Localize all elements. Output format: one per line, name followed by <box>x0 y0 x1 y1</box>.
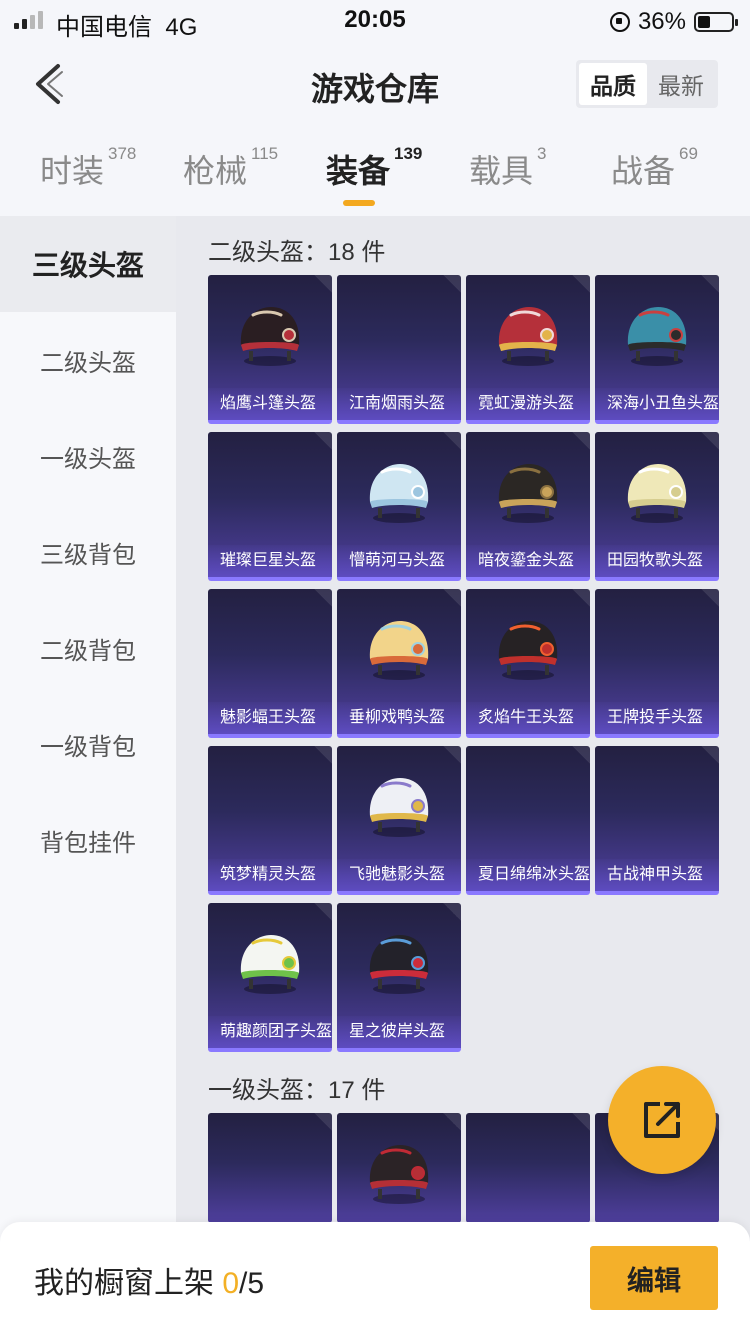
tab-firearms[interactable]: 枪械 115 <box>183 144 278 192</box>
item-card[interactable]: 焰鹰斗篷头盔 <box>208 275 332 424</box>
item-name: 霓虹漫游头盔 <box>466 388 590 420</box>
item-name: 萌趣颜团子头盔 <box>208 1016 332 1048</box>
sidebar-item-level1-backpack[interactable]: 一级背包 <box>0 696 176 792</box>
battery-icon <box>694 12 738 32</box>
helmet-white-gold-icon <box>369 778 429 837</box>
helmet-duck-icon <box>369 621 429 680</box>
helmet-hippo-icon <box>369 464 429 523</box>
sidebar-item-level2-helmet[interactable]: 二级头盔 <box>0 312 176 408</box>
item-name: 魅影蝠王头盔 <box>208 702 332 734</box>
item-name: 暗夜鎏金头盔 <box>466 545 590 577</box>
item-name: 筑梦精灵头盔 <box>208 859 332 891</box>
item-card[interactable]: 萌趣颜团子头盔 <box>208 903 332 1052</box>
helmet-black-red-icon <box>240 307 300 366</box>
helmet-green-white-icon <box>240 935 300 994</box>
item-card[interactable]: 筑梦精灵头盔 <box>208 746 332 895</box>
item-card[interactable]: 暗夜鎏金头盔 <box>466 432 590 581</box>
item-card[interactable]: 星之彼岸头盔 <box>337 903 461 1052</box>
edit-button[interactable]: 编辑 <box>590 1246 718 1310</box>
tab-fashion[interactable]: 时装 378 <box>40 144 136 192</box>
item-card[interactable]: 璀璨巨星头盔 <box>208 432 332 581</box>
item-name: 垂柳戏鸭头盔 <box>337 702 461 734</box>
item-card[interactable] <box>466 1113 590 1223</box>
item-name: 璀璨巨星头盔 <box>208 545 332 577</box>
section-title: 一级头盔：17 件 <box>208 1077 386 1104</box>
item-card[interactable]: 深海小丑鱼头盔 <box>595 275 719 424</box>
sidebar-item-backpack-charm[interactable]: 背包挂件 <box>0 792 176 888</box>
item-name: 夏日绵绵冰头盔 <box>466 859 590 891</box>
sidebar-item-level1-helmet[interactable]: 一级头盔 <box>0 408 176 504</box>
item-name: 王牌投手头盔 <box>595 702 719 734</box>
item-grid: 焰鹰斗篷头盔 江南烟雨头盔 霓虹漫游头盔 深海小丑鱼头盔璀璨巨星头盔 懵萌河马头盔 暗夜鎏… <box>208 275 720 1052</box>
helmet-teal-icon <box>627 307 687 366</box>
status-bar: 中国电信 4G 20:05 36% <box>0 0 750 41</box>
helmet-flame-icon <box>498 621 558 680</box>
item-name: 懵萌河马头盔 <box>337 545 461 577</box>
item-name: 飞驰魅影头盔 <box>337 859 461 891</box>
shelf-count: 0 <box>222 1267 240 1300</box>
item-name: 江南烟雨头盔 <box>337 388 461 420</box>
sidebar: 三级头盔 二级头盔 一级头盔 三级背包 二级背包 一级背包 背包挂件 <box>0 216 176 1334</box>
sort-quality-option[interactable]: 品质 <box>579 63 647 105</box>
rotation-lock-icon <box>609 12 630 32</box>
share-icon <box>644 1102 680 1138</box>
sidebar-item-level3-helmet[interactable]: 三级头盔 <box>0 216 176 312</box>
item-name: 深海小丑鱼头盔 <box>595 388 719 420</box>
item-name: 田园牧歌头盔 <box>595 545 719 577</box>
item-card[interactable] <box>337 1113 461 1223</box>
tab-vehicles[interactable]: 载具 3 <box>469 144 546 192</box>
item-card[interactable]: 江南烟雨头盔 <box>337 275 461 424</box>
item-card[interactable]: 田园牧歌头盔 <box>595 432 719 581</box>
category-tabs: 时装 378 枪械 115 装备 139 载具 3 战备 69 <box>0 130 750 216</box>
sort-latest-option[interactable]: 最新 <box>647 63 715 105</box>
sidebar-item-level2-backpack[interactable]: 二级背包 <box>0 600 176 696</box>
tab-equipment[interactable]: 装备 139 <box>326 144 422 192</box>
helmet-cream-icon <box>627 464 687 523</box>
item-name: 古战神甲头盔 <box>595 859 719 891</box>
item-card[interactable]: 懵萌河马头盔 <box>337 432 461 581</box>
battery-percent: 36% <box>637 8 686 35</box>
tab-battle-gear[interactable]: 战备 69 <box>611 144 698 192</box>
helmet-black-gold-icon <box>498 464 558 523</box>
item-card[interactable]: 古战神甲头盔 <box>595 746 719 895</box>
helmet-black-red-visor-icon <box>369 935 429 994</box>
sidebar-item-level3-backpack[interactable]: 三级背包 <box>0 504 176 600</box>
item-card[interactable]: 霓虹漫游头盔 <box>466 275 590 424</box>
bottom-bar: 我的橱窗上架 0/5 编辑 <box>0 1222 750 1334</box>
item-name: 焰鹰斗篷头盔 <box>208 388 332 420</box>
header: 游戏仓库 品质 最新 <box>0 40 750 128</box>
helmet-red-gold-icon <box>498 307 558 366</box>
item-card[interactable]: 飞驰魅影头盔 <box>337 746 461 895</box>
item-name: 炙焰牛王头盔 <box>466 702 590 734</box>
active-tab-indicator <box>343 200 375 206</box>
item-card[interactable]: 王牌投手头盔 <box>595 589 719 738</box>
item-card[interactable]: 夏日绵绵冰头盔 <box>466 746 590 895</box>
item-card[interactable]: 魅影蝠王头盔 <box>208 589 332 738</box>
helmet-black-red-face-icon <box>369 1145 429 1204</box>
showcase-shelf-status: 我的橱窗上架 0/5 <box>34 1267 265 1300</box>
item-card[interactable]: 垂柳戏鸭头盔 <box>337 589 461 738</box>
sort-toggle: 品质 最新 <box>576 60 718 108</box>
item-card[interactable]: 炙焰牛王头盔 <box>466 589 590 738</box>
section-title: 二级头盔：18 件 <box>208 239 386 266</box>
share-button[interactable] <box>608 1066 716 1174</box>
item-card[interactable] <box>208 1113 332 1223</box>
item-name: 星之彼岸头盔 <box>337 1016 461 1048</box>
